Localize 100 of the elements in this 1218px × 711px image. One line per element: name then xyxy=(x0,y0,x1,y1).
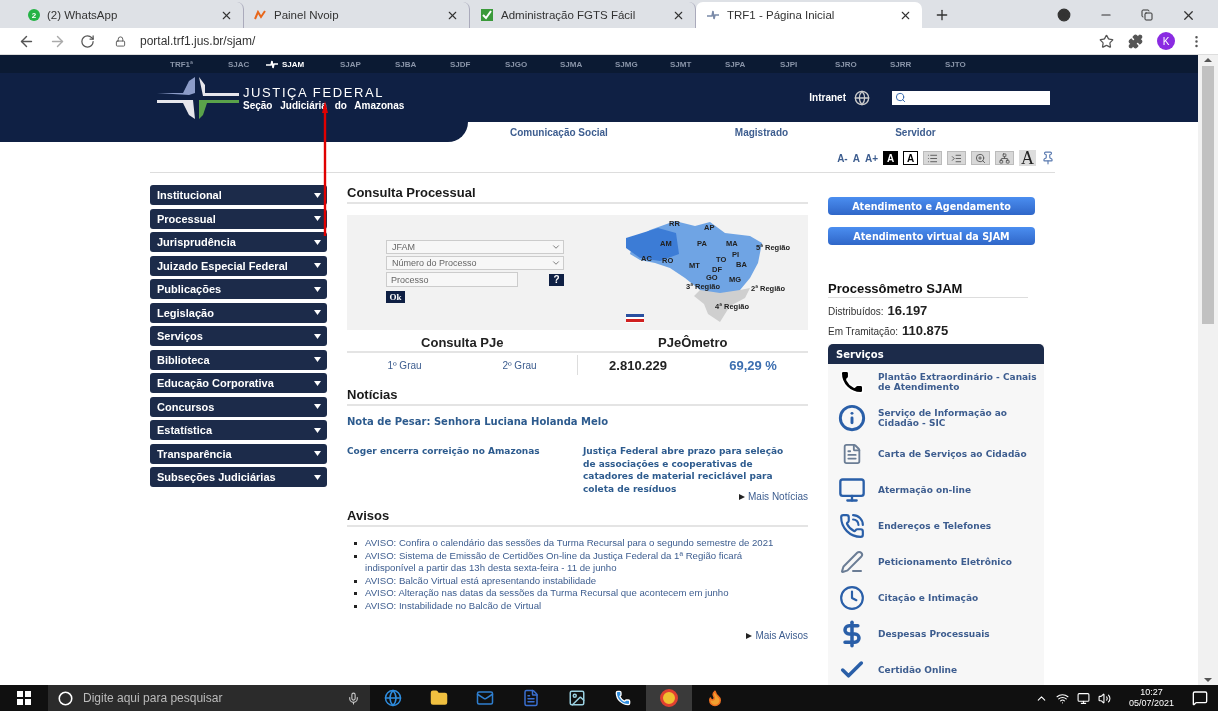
more-notices-link[interactable]: Mais Avisos xyxy=(746,630,808,641)
service-button[interactable]: Atendimento e Agendamento xyxy=(828,197,1035,215)
section-link[interactable]: SJDF xyxy=(450,59,505,69)
service-link[interactable]: Carta de Serviços ao Cidadão xyxy=(878,449,1038,459)
scroll-up-icon[interactable] xyxy=(1204,58,1212,62)
menu-item[interactable]: Serviços xyxy=(150,326,327,346)
menu-item[interactable]: Legislação xyxy=(150,302,327,323)
intranet-link[interactable]: Intranet xyxy=(809,92,846,103)
section-link[interactable]: SJMT xyxy=(670,59,725,69)
menu-item[interactable]: Jurisprudência xyxy=(150,232,327,252)
notice-link[interactable]: AVISO: Sistema de Emissão de Certidões On-line da Justiça Federal da 1ª Região ficará indisponível a partir das 13h desta sexta-feira - 11 de junho xyxy=(365,549,785,575)
profile-avatar[interactable]: K xyxy=(1157,32,1175,50)
notifications-icon[interactable] xyxy=(1192,690,1208,706)
volume-icon[interactable] xyxy=(1097,691,1111,705)
service-link[interactable]: Serviço de Informação ao Cidadão - SIC xyxy=(878,408,1038,428)
section-link[interactable]: SJTO xyxy=(945,59,1000,69)
flame-icon[interactable] xyxy=(706,689,724,707)
more-news-link[interactable]: Mais Notícias xyxy=(739,491,808,502)
taskbar-app[interactable] xyxy=(646,685,692,711)
mail-icon[interactable] xyxy=(476,689,494,707)
section-link[interactable]: SJMG xyxy=(615,59,670,69)
service-link[interactable]: Plantão Extraordinário - Canais de Atendimento xyxy=(878,372,1038,392)
bookmark-star-icon[interactable] xyxy=(1099,33,1114,49)
process-input[interactable]: Processo xyxy=(386,272,518,287)
service-link[interactable]: Citação e Intimação xyxy=(878,593,1038,603)
instance-link[interactable]: 1º Grau xyxy=(387,359,422,371)
circle-icon[interactable] xyxy=(58,690,73,706)
zoom-button[interactable] xyxy=(971,151,990,165)
menu-item[interactable]: Publicações xyxy=(150,279,327,299)
address-bar[interactable]: portal.trf1.jus.br/sjam/ xyxy=(140,34,1085,48)
new-tab-icon[interactable] xyxy=(934,7,950,23)
taskbar-search-bar[interactable]: Digite aqui para pesquisar xyxy=(48,685,370,711)
section-link[interactable]: SJBA xyxy=(395,59,450,69)
font-size-link[interactable]: A xyxy=(852,152,860,164)
section-link[interactable]: TRF1ª xyxy=(170,59,228,69)
scroll-thumb[interactable] xyxy=(1202,66,1214,324)
menu-item[interactable]: Institucional xyxy=(150,185,327,205)
section-link[interactable]: SJAC xyxy=(228,59,265,69)
pin-icon[interactable] xyxy=(1041,151,1055,165)
menu-item[interactable]: Processual xyxy=(150,208,327,229)
menu-item[interactable]: Juizado Especial Federal xyxy=(150,255,327,276)
service-link[interactable]: Atermação on-line xyxy=(878,485,1038,495)
section-link[interactable]: SJPA xyxy=(725,59,780,69)
extensions-icon[interactable] xyxy=(1128,33,1143,49)
section-link[interactable]: SJRO xyxy=(835,59,890,69)
service-link[interactable]: Certidão Online xyxy=(878,665,1038,675)
browser-tab[interactable]: TRF1 - Página Inicial xyxy=(696,2,922,28)
notice-link[interactable]: AVISO: Balcão Virtual está apresentando instabilidade xyxy=(365,574,785,587)
section-link[interactable]: SJAP xyxy=(340,59,395,69)
taskbar-clock[interactable]: 10:27 05/07/2021 xyxy=(1128,687,1174,709)
search-field[interactable] xyxy=(892,90,1050,105)
taskbar-search-field[interactable]: Digite aqui para pesquisar xyxy=(81,690,339,706)
nav-link[interactable]: Comunicação Social xyxy=(510,126,608,138)
document-icon[interactable] xyxy=(522,689,540,707)
nav-link[interactable]: Servidor xyxy=(895,126,936,138)
menu-item[interactable]: Educação Corporativa xyxy=(150,373,327,393)
list-button[interactable] xyxy=(923,151,942,165)
reload-icon[interactable] xyxy=(80,33,95,49)
court-select[interactable]: JFAM xyxy=(386,240,564,254)
service-link[interactable]: Despesas Processuais xyxy=(878,629,1038,639)
notice-link[interactable]: AVISO: Instabilidade no Balcão de Virtual xyxy=(365,599,785,612)
menu-item[interactable]: Concursos xyxy=(150,396,327,417)
menu-item[interactable]: Subseções Judiciárias xyxy=(150,467,327,487)
service-link[interactable]: Endereços e Telefones xyxy=(878,521,1038,531)
folder-icon[interactable] xyxy=(430,689,448,707)
phone-icon[interactable] xyxy=(615,690,631,706)
section-link[interactable]: SJRR xyxy=(890,59,945,69)
font-size-link[interactable]: A+ xyxy=(864,152,878,164)
sitemap-button[interactable] xyxy=(995,151,1014,165)
font-size-link[interactable]: A- xyxy=(837,152,848,164)
notice-link[interactable]: AVISO: Confira o calendário das sessões da Turma Recursal para o segundo semestre de 2021 xyxy=(365,537,785,550)
menu-item[interactable]: Biblioteca xyxy=(150,349,327,370)
microphone-icon[interactable] xyxy=(347,691,360,705)
ok-button[interactable]: Ok xyxy=(386,291,405,303)
browser-icon[interactable] xyxy=(660,689,678,707)
contrast-button[interactable]: A xyxy=(883,151,898,165)
news-link[interactable]: Coger encerra correição no Amazonas xyxy=(347,445,555,495)
globe-icon[interactable] xyxy=(384,689,402,707)
section-link[interactable]: SJPI xyxy=(780,59,835,69)
instance-link[interactable]: 2º Grau xyxy=(502,359,537,371)
section-link[interactable]: SJMA xyxy=(560,59,615,69)
notice-link[interactable]: AVISO: Alteração nas datas da sessões da Turma Recursal que acontecem em junho xyxy=(365,587,785,600)
image-icon[interactable] xyxy=(568,689,586,707)
large-font-button[interactable]: A xyxy=(1019,150,1036,166)
contrast-button[interactable]: A xyxy=(903,151,918,165)
service-button[interactable]: Atendimento virtual da SJAM xyxy=(828,227,1035,245)
section-link[interactable]: SJGO xyxy=(505,59,560,69)
menu-item[interactable]: Transparência xyxy=(150,443,327,464)
help-button[interactable]: ? xyxy=(549,273,564,286)
service-link[interactable]: Peticionamento Eletrônico xyxy=(878,557,1038,567)
restore-icon[interactable] xyxy=(1141,9,1153,21)
globe-icon[interactable] xyxy=(854,89,870,106)
nav-link[interactable]: Magistrado xyxy=(734,126,789,138)
section-link[interactable]: SJAM xyxy=(265,59,340,69)
news-headline[interactable]: Nota de Pesar: Senhora Luciana Holanda Melo xyxy=(347,416,808,427)
indent-button[interactable] xyxy=(947,151,966,165)
network-icon[interactable] xyxy=(1055,691,1069,705)
display-icon[interactable] xyxy=(1076,691,1090,705)
scrollbar[interactable] xyxy=(1198,55,1218,685)
search-type-select[interactable]: Número do Processo xyxy=(386,256,564,270)
